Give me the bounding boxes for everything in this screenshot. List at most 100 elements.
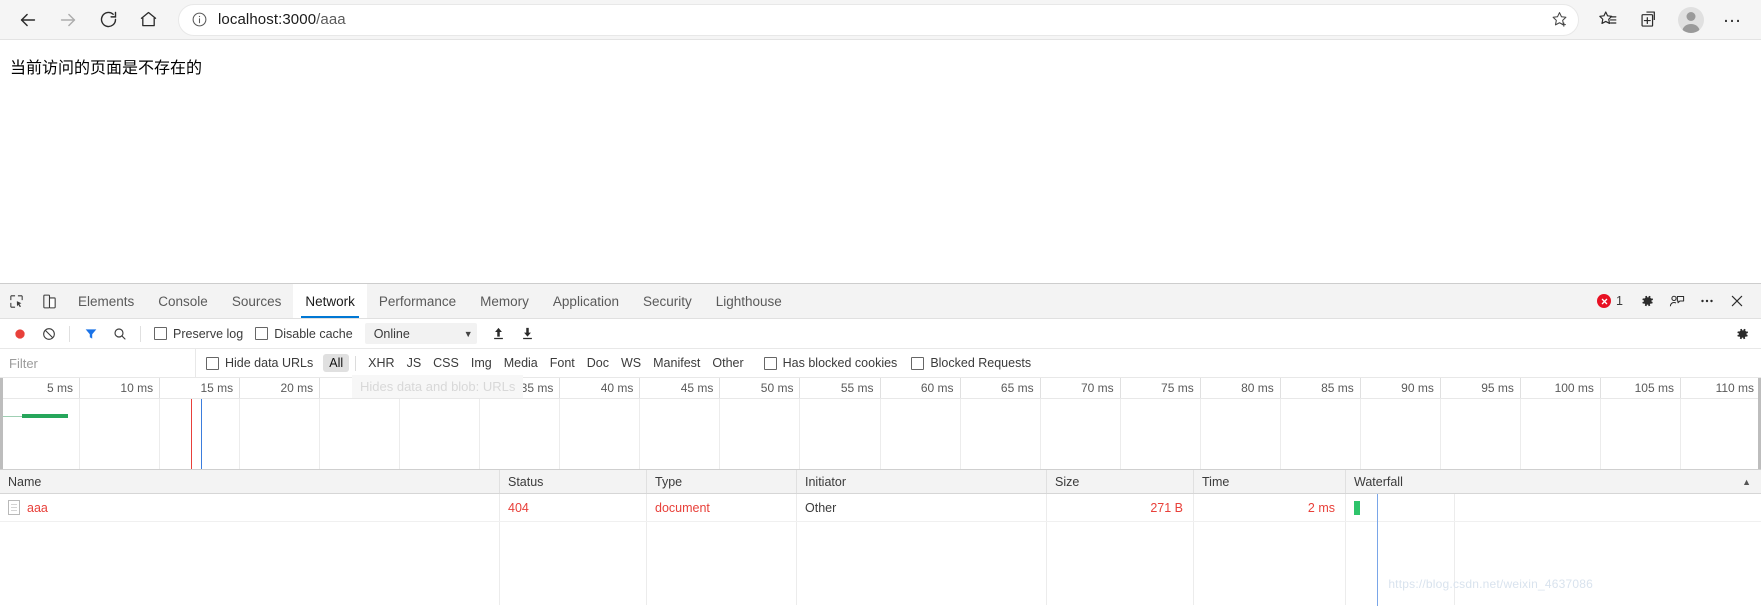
address-bar[interactable]: localhost:3000/aaa: [178, 3, 1579, 36]
ruler-tick: 40 ms: [560, 378, 641, 398]
type-filter-css[interactable]: CSS: [427, 354, 465, 372]
browser-more-button[interactable]: …: [1713, 4, 1753, 36]
back-button[interactable]: [8, 4, 48, 36]
toolbar-divider-1: [69, 325, 70, 342]
refresh-button[interactable]: [88, 4, 128, 36]
ruler-tick: 60 ms: [881, 378, 961, 398]
tab-network[interactable]: Network: [293, 284, 367, 318]
tab-lighthouse[interactable]: Lighthouse: [704, 284, 794, 318]
clear-button[interactable]: [35, 322, 62, 346]
hide-data-urls-box: [206, 356, 219, 370]
type-filter-other[interactable]: Other: [706, 354, 749, 372]
collections-button[interactable]: [1629, 4, 1669, 36]
device-toolbar-icon: [43, 294, 56, 308]
ruler-tick: 100 ms: [1521, 378, 1601, 398]
devtools-more-button[interactable]: [1693, 287, 1721, 315]
network-overview[interactable]: 5 ms 10 ms 15 ms 20 ms 25 ms 30 ms 35 ms…: [0, 378, 1761, 470]
profile-button[interactable]: [1671, 4, 1711, 36]
tab-memory[interactable]: Memory: [468, 284, 541, 318]
ruler-tick: 65 ms: [961, 378, 1041, 398]
ruler-tick: 25 ms: [320, 378, 401, 398]
watermark-text: https://blog.csdn.net/weixin_4637086: [1388, 577, 1593, 591]
devtools-settings-button[interactable]: [1633, 287, 1661, 315]
filter-toggle-button[interactable]: [77, 322, 104, 346]
type-filter-doc[interactable]: Doc: [581, 354, 615, 372]
collections-add-icon: [1640, 11, 1655, 27]
favorites-button[interactable]: [1587, 4, 1627, 36]
column-header-type[interactable]: Type: [647, 470, 797, 493]
device-toolbar-button[interactable]: [33, 284, 66, 318]
cell-status: 404: [500, 494, 647, 521]
feedback-person-icon: [1669, 295, 1685, 307]
document-file-icon: [8, 500, 20, 515]
hide-data-urls-checkbox[interactable]: Hide data URLs: [206, 356, 313, 370]
type-filter-js[interactable]: JS: [401, 354, 428, 372]
home-button[interactable]: [128, 4, 168, 36]
devtools-feedback-button[interactable]: [1663, 287, 1691, 315]
devtools-close-button[interactable]: [1723, 287, 1751, 315]
preserve-log-box: [154, 327, 167, 340]
tab-sources[interactable]: Sources: [220, 284, 294, 318]
overview-left-handle[interactable]: [0, 378, 3, 469]
type-filter-img[interactable]: Img: [465, 354, 498, 372]
type-filter-ws[interactable]: WS: [615, 354, 647, 372]
blocked-requests-checkbox[interactable]: Blocked Requests: [911, 356, 1031, 370]
network-settings-button[interactable]: [1728, 322, 1755, 346]
ruler-tick: 75 ms: [1121, 378, 1201, 398]
tab-security[interactable]: Security: [631, 284, 704, 318]
site-info-icon[interactable]: [191, 11, 208, 28]
preserve-log-label: Preserve log: [173, 326, 244, 341]
star-add-icon: [1552, 12, 1566, 27]
type-filter-xhr[interactable]: XHR: [362, 354, 400, 372]
close-icon: [1731, 295, 1743, 307]
page-viewport: 当前访问的页面是不存在的: [0, 40, 1761, 283]
tab-console[interactable]: Console: [146, 284, 220, 318]
export-har-icon: [522, 327, 532, 340]
column-header-waterfall-label: Waterfall: [1354, 474, 1403, 489]
disable-cache-checkbox[interactable]: Disable cache: [255, 327, 353, 341]
type-filter-all[interactable]: All: [323, 354, 350, 372]
search-button[interactable]: [106, 322, 133, 346]
type-filter-font[interactable]: Font: [544, 354, 581, 372]
column-header-waterfall[interactable]: Waterfall ▲: [1346, 470, 1761, 493]
ruler-tick: 90 ms: [1361, 378, 1441, 398]
cell-name[interactable]: aaa: [0, 494, 500, 521]
add-favorite-button[interactable]: [1544, 6, 1574, 34]
refresh-icon: [100, 11, 116, 28]
ruler-tick: 55 ms: [800, 378, 881, 398]
devtools-tabbar: Elements Console Sources Network Perform…: [0, 284, 1761, 319]
has-blocked-cookies-checkbox[interactable]: Has blocked cookies: [763, 356, 897, 370]
preserve-log-checkbox[interactable]: Preserve log: [154, 327, 243, 341]
cell-size: 271 B: [1047, 494, 1194, 521]
import-har-button[interactable]: [485, 322, 512, 346]
column-header-size[interactable]: Size: [1047, 470, 1194, 493]
table-row[interactable]: aaa 404 document Other 271 B 2 ms: [0, 494, 1761, 522]
ruler-tick: 70 ms: [1041, 378, 1121, 398]
inspect-element-button[interactable]: [0, 284, 33, 318]
filter-input[interactable]: Filter: [0, 349, 196, 377]
url-text[interactable]: localhost:3000/aaa: [218, 11, 1544, 28]
type-filter-media[interactable]: Media: [498, 354, 544, 372]
record-button[interactable]: [6, 322, 33, 346]
forward-button[interactable]: [48, 4, 88, 36]
ruler-tick: 5 ms: [0, 378, 81, 398]
tab-performance[interactable]: Performance: [367, 284, 468, 318]
tab-application[interactable]: Application: [541, 284, 631, 318]
cell-waterfall: [1346, 494, 1761, 521]
throttle-dropdown[interactable]: Online ▼: [364, 323, 477, 344]
type-filter-manifest[interactable]: Manifest: [647, 354, 706, 372]
column-header-name[interactable]: Name: [0, 470, 500, 493]
error-count-badge[interactable]: 1: [1597, 294, 1623, 308]
url-path: /aaa: [316, 11, 346, 28]
page-body-text: 当前访问的页面是不存在的: [10, 58, 203, 77]
column-header-initiator[interactable]: Initiator: [797, 470, 1047, 493]
ruler-tick: 105 ms: [1601, 378, 1681, 398]
export-har-button[interactable]: [514, 322, 541, 346]
tab-elements[interactable]: Elements: [66, 284, 146, 318]
gear-icon: [1736, 328, 1748, 339]
column-header-status[interactable]: Status: [500, 470, 647, 493]
dom-content-loaded-marker: [191, 399, 192, 469]
timeline-ruler: 5 ms 10 ms 15 ms 20 ms 25 ms 30 ms 35 ms…: [0, 378, 1761, 399]
requests-table: Name Status Type Initiator Size Time Wat…: [0, 470, 1761, 606]
column-header-time[interactable]: Time: [1194, 470, 1346, 493]
